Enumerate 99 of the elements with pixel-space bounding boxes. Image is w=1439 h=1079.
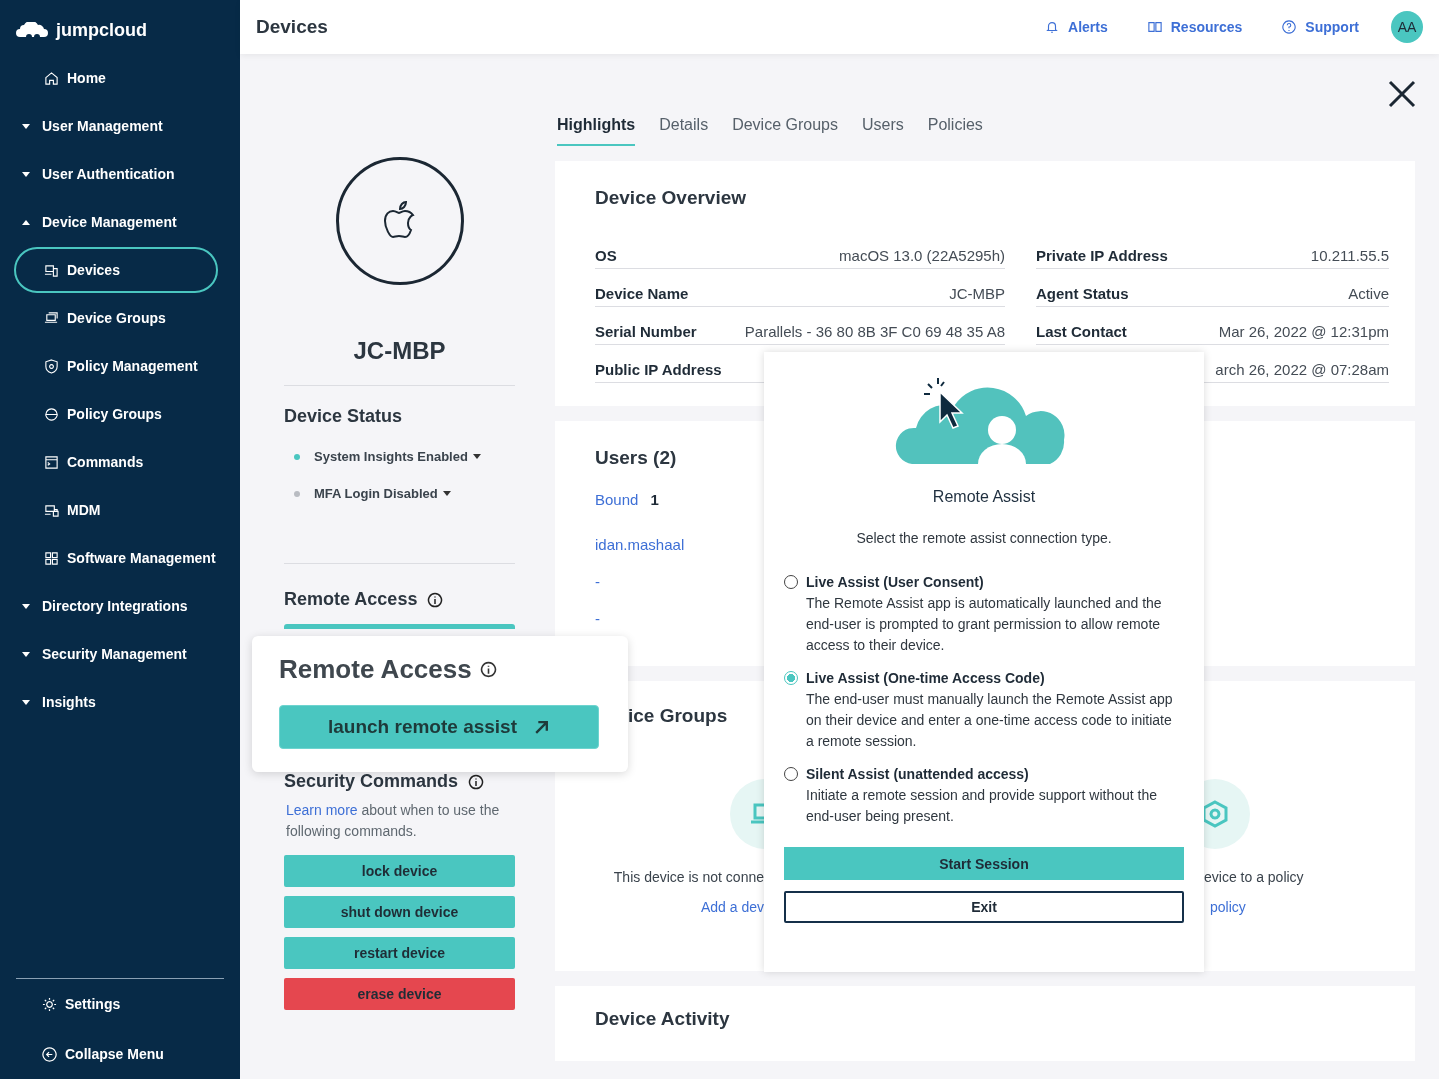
external-arrow-icon: [533, 718, 550, 736]
help-text: Learn more about when to use the following commands.: [286, 801, 501, 841]
info-icon: [427, 591, 444, 608]
dialog-prompt: Select the remote assist connection type.: [856, 530, 1112, 546]
ring-icon: [44, 406, 59, 422]
status-dropdown[interactable]: System Insights Enabled: [314, 449, 481, 464]
learn-more-link[interactable]: Learn more: [286, 802, 358, 818]
laptop-lock-icon: [44, 502, 59, 518]
add-link[interactable]: policy: [1210, 899, 1246, 915]
nav-link[interactable]: Policy Groups: [14, 391, 218, 437]
radio-button[interactable]: [784, 671, 798, 685]
nav-group[interactable]: Directory Integrations: [14, 582, 204, 630]
nav-link[interactable]: MDM: [14, 487, 218, 533]
user-link[interactable]: -: [595, 610, 600, 627]
grid-icon: [44, 550, 59, 566]
user-link[interactable]: -: [595, 573, 600, 590]
field-label: Agent Status: [1036, 285, 1129, 302]
nav-link[interactable]: Policy Management: [14, 343, 218, 389]
caret-icon: [442, 491, 451, 496]
device-name: JC-MBP: [352, 337, 447, 365]
nav-group[interactable]: User Authentication: [14, 150, 204, 198]
field-label: Public IP Address: [595, 361, 722, 378]
bound-link[interactable]: Bound: [595, 491, 639, 508]
option-description: The Remote Assist app is automatically launched and the end-user is prompted to grant permission to allow remote access to their device.: [806, 594, 1163, 655]
option-description: The end-user must manually launch the Remote Assist app on their device and enter a one-time access code to initiate a remote session.: [806, 690, 1174, 751]
empty-text: evice to a policy: [1204, 869, 1304, 885]
nav-link[interactable]: Software Management: [14, 535, 218, 581]
tab[interactable]: Highlights: [557, 114, 636, 146]
command-button[interactable]: erase device: [284, 978, 515, 1010]
brand-name: jumpcloud: [56, 19, 147, 41]
launch-button[interactable]: launch remote assist: [279, 705, 599, 749]
nav-link[interactable]: Settings: [16, 980, 220, 1028]
card-title: Device Overview: [595, 187, 747, 209]
close-icon[interactable]: [1388, 80, 1416, 108]
settings-icon: [42, 996, 57, 1012]
field-value: Parallels - 36 80 8B 3F C0 69 48 35 A8: [744, 323, 1005, 340]
callout-title: Remote Access: [279, 654, 601, 685]
option-label: Silent Assist (unattended access): [806, 766, 1030, 782]
tab[interactable]: Details: [659, 114, 709, 146]
card-title: Users (2): [595, 447, 677, 469]
nav-link[interactable]: Devices: [14, 247, 218, 293]
nav-link[interactable]: Commands: [14, 439, 218, 485]
devices-icon: [44, 262, 59, 278]
add-link[interactable]: Add a dev: [700, 899, 764, 915]
header-link[interactable]: Alerts: [1045, 19, 1108, 35]
nav-group[interactable]: Device Management: [14, 198, 204, 246]
home-icon: [44, 70, 59, 86]
status-dropdown[interactable]: MFA Login Disabled: [314, 486, 451, 501]
header-link[interactable]: Resources: [1147, 19, 1243, 35]
card-title: Device Activity: [595, 1008, 730, 1030]
nav-link[interactable]: Home: [14, 55, 218, 101]
header-link[interactable]: Support: [1282, 19, 1359, 35]
empty-text: This device is not conne: [613, 869, 764, 885]
field-value: macOS 13.0 (22A5295h): [839, 247, 1005, 264]
section-title: Device Status: [284, 406, 404, 427]
command-button[interactable]: lock device: [284, 855, 515, 887]
option-label: Live Assist (User Consent): [806, 574, 985, 590]
field-value: Mar 26, 2022 @ 12:31pm: [1218, 323, 1389, 340]
field-value: Active: [1348, 285, 1389, 302]
nav-group[interactable]: Insights: [14, 678, 204, 726]
start-session-button[interactable]: Start Session: [784, 847, 1184, 880]
tab[interactable]: Users: [861, 114, 904, 146]
caret-icon: [472, 454, 481, 459]
bell-icon: [1045, 20, 1060, 34]
field-label: Device Name: [595, 285, 689, 302]
field-label: Private IP Address: [1036, 247, 1168, 264]
monitor-icon: [44, 310, 59, 326]
option-description: Initiate a remote session and provide support without the end-user being present.: [806, 786, 1158, 826]
field-value: 10.211.55.5: [1310, 247, 1389, 264]
tab[interactable]: Device Groups: [732, 114, 838, 146]
nav-group[interactable]: Security Management: [14, 630, 204, 678]
collapse-arrow-icon: [42, 1046, 57, 1062]
dialog-title: Remote Assist: [932, 488, 1036, 506]
field-label: Last Contact: [1036, 323, 1127, 340]
nav-group[interactable]: User Management: [14, 102, 204, 150]
nav-link[interactable]: Collapse Menu: [16, 1030, 220, 1078]
user-link[interactable]: idan.mashaal: [595, 536, 685, 553]
book-icon: [1147, 20, 1162, 34]
field-value: JC-MBP: [949, 285, 1005, 302]
field-label: OS: [595, 247, 617, 264]
section-title: Remote Access: [284, 589, 515, 610]
nav-link[interactable]: Device Groups: [14, 295, 218, 341]
field-value: arch 26, 2022 @ 07:28am: [1215, 361, 1389, 378]
option-label: Live Assist (One-time Access Code): [806, 670, 1046, 686]
exit-button[interactable]: Exit: [784, 891, 1184, 923]
command-button[interactable]: restart device: [284, 937, 515, 969]
field-label: Serial Number: [595, 323, 697, 340]
shield-icon: [44, 358, 59, 374]
page-title: Devices: [256, 16, 328, 38]
command-button[interactable]: shut down device: [284, 896, 515, 928]
terminal-icon: [44, 454, 59, 470]
help-icon: [1282, 20, 1297, 34]
bound-count: 1: [650, 491, 659, 508]
info-icon: [479, 661, 497, 678]
tab[interactable]: Policies: [927, 114, 983, 146]
info-icon: [468, 773, 485, 790]
section-title: Security Commands: [284, 771, 515, 792]
avatar[interactable]: AA: [1391, 11, 1423, 43]
card-title: ice Groups: [628, 705, 728, 727]
